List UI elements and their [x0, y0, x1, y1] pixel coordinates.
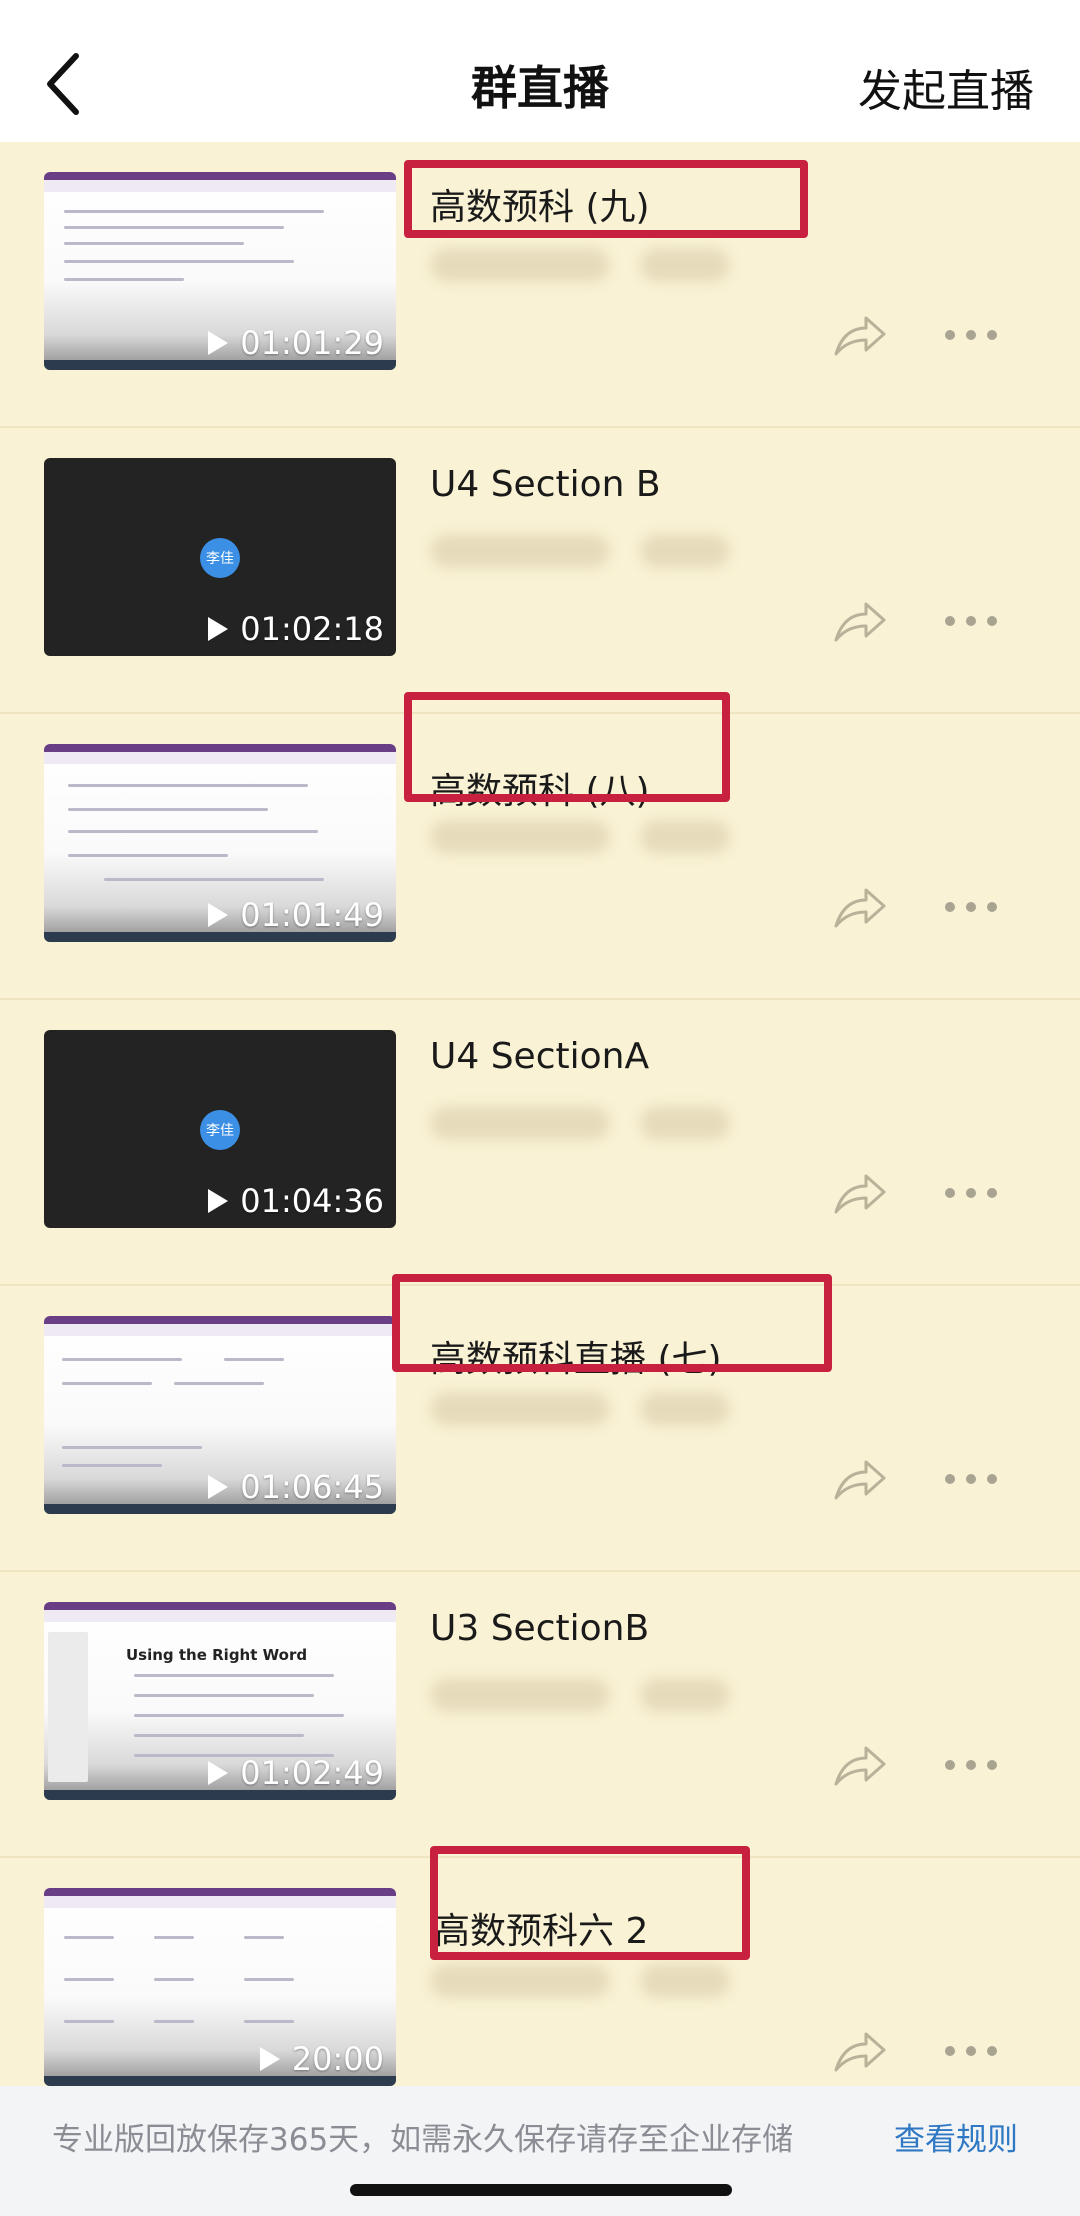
duration-label: 01:01:49	[240, 896, 384, 934]
video-duration: 20:00	[258, 2040, 384, 2078]
video-thumbnail[interactable]: 01:06:45	[44, 1316, 396, 1514]
video-duration: 01:01:49	[206, 896, 384, 934]
start-live-button[interactable]: 发起直播	[858, 55, 1034, 119]
item-title: U4 Section B	[430, 464, 661, 505]
video-thumbnail[interactable]: 01:01:49	[44, 744, 396, 942]
footer-notice-bar: 专业版回放保存365天，如需永久保存请存至企业存储 查看规则	[0, 2086, 1080, 2216]
avatar: 李佳	[200, 1110, 240, 1150]
play-icon	[208, 903, 229, 927]
view-rules-link[interactable]: 查看规则	[894, 2114, 1018, 2159]
duration-label: 20:00	[291, 2040, 384, 2078]
blurred-info	[640, 248, 730, 282]
duration-label: 01:04:36	[240, 1182, 384, 1220]
video-thumbnail[interactable]: 李佳 01:04:36	[44, 1030, 396, 1228]
highlight-box	[430, 1846, 750, 1960]
retention-notice: 专业版回放保存365天，如需永久保存请存至企业存储	[52, 2122, 794, 2158]
play-icon	[208, 1189, 229, 1213]
blurred-info	[430, 1964, 610, 1998]
highlight-box	[404, 692, 730, 802]
duration-label: 01:02:49	[240, 1754, 384, 1792]
blurred-info	[430, 1106, 610, 1140]
more-dots-icon[interactable]	[940, 608, 1002, 634]
blurred-info	[430, 534, 610, 568]
play-icon	[208, 331, 229, 355]
play-icon	[208, 1761, 229, 1785]
thumbnail-text: Using the Right Word	[126, 1646, 308, 1664]
blurred-info	[640, 1106, 730, 1140]
video-thumbnail[interactable]: Using the Right Word 01:02:49	[44, 1602, 396, 1800]
more-dots-icon[interactable]	[940, 894, 1002, 920]
play-icon	[208, 1475, 229, 1499]
more-dots-icon[interactable]	[940, 322, 1002, 348]
blurred-info	[430, 248, 610, 282]
video-duration: 01:04:36	[206, 1182, 384, 1220]
play-icon	[208, 617, 229, 641]
duration-label: 01:01:29	[240, 324, 384, 362]
share-arrow-icon[interactable]	[832, 1170, 888, 1218]
more-dots-icon[interactable]	[940, 1466, 1002, 1492]
more-dots-icon[interactable]	[940, 1752, 1002, 1778]
video-duration: 01:01:29	[206, 324, 384, 362]
duration-label: 01:06:45	[240, 1468, 384, 1506]
blurred-info	[640, 820, 730, 854]
video-duration: 01:02:18	[206, 610, 384, 648]
share-arrow-icon[interactable]	[832, 884, 888, 932]
video-duration: 01:06:45	[206, 1468, 384, 1506]
top-nav-bar: 群直播 发起直播	[0, 0, 1080, 142]
blurred-info	[430, 820, 610, 854]
highlight-box	[404, 160, 808, 238]
share-arrow-icon[interactable]	[832, 312, 888, 360]
highlight-box	[392, 1274, 832, 1372]
blurred-info	[640, 1392, 730, 1426]
share-arrow-icon[interactable]	[832, 1742, 888, 1790]
video-thumbnail[interactable]: 01:01:29	[44, 172, 396, 370]
share-arrow-icon[interactable]	[832, 1456, 888, 1504]
item-title: U4 SectionA	[430, 1036, 650, 1077]
avatar: 李佳	[200, 538, 240, 578]
more-dots-icon[interactable]	[940, 2038, 1002, 2064]
play-icon	[259, 2047, 280, 2071]
home-indicator[interactable]	[350, 2184, 732, 2196]
list-item[interactable]: 李佳 01:04:36 U4 SectionA	[0, 1000, 1080, 1286]
video-duration: 01:02:49	[206, 1754, 384, 1792]
blurred-info	[640, 1964, 730, 1998]
blurred-info	[430, 1392, 610, 1426]
duration-label: 01:02:18	[240, 610, 384, 648]
item-title: U3 SectionB	[430, 1608, 650, 1649]
list-item[interactable]: 李佳 01:02:18 U4 Section B	[0, 428, 1080, 714]
blurred-info	[640, 534, 730, 568]
blurred-info	[430, 1678, 610, 1712]
blurred-info	[640, 1678, 730, 1712]
video-thumbnail[interactable]: 20:00	[44, 1888, 396, 2086]
list-item[interactable]: Using the Right Word 01:02:49 U3 Section…	[0, 1572, 1080, 1858]
share-arrow-icon[interactable]	[832, 598, 888, 646]
share-arrow-icon[interactable]	[832, 2028, 888, 2076]
video-thumbnail[interactable]: 李佳 01:02:18	[44, 458, 396, 656]
more-dots-icon[interactable]	[940, 1180, 1002, 1206]
